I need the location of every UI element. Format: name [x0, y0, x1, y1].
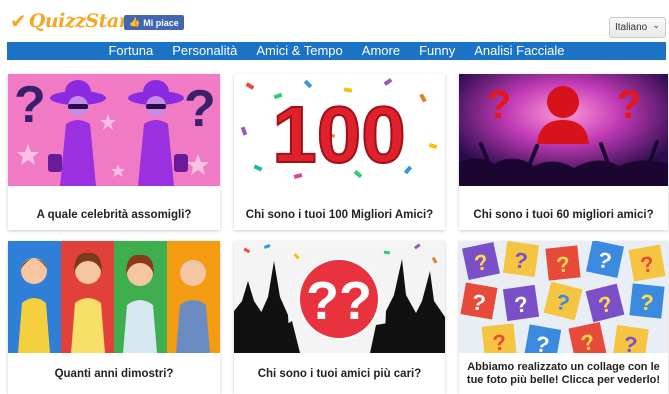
- question-mark-tile: ?: [491, 329, 507, 353]
- quiz-image-age: [8, 241, 220, 353]
- quiz-title[interactable]: Quanti anni dimostri?: [8, 353, 220, 394]
- thumbs-up-icon: 👍: [129, 17, 141, 28]
- quiz-image-60-friends: ? ?: [459, 74, 668, 186]
- quiz-image-100-friends: 100: [234, 74, 445, 186]
- quiz-title[interactable]: A quale celebrità assomigli?: [8, 186, 220, 230]
- quiz-image-celebrity: ? ?: [8, 74, 220, 186]
- svg-text:?: ?: [617, 83, 641, 127]
- quiz-title[interactable]: Chi sono i tuoi amici più cari?: [234, 353, 445, 394]
- nav-item-personalita[interactable]: Personalità: [172, 42, 237, 60]
- chevron-down-icon: ⌄: [652, 21, 660, 31]
- quiz-title[interactable]: Chi sono i tuoi 60 migliori amici?: [459, 186, 668, 230]
- quiz-image-dearest-friends: ??: [234, 241, 445, 353]
- svg-text:?: ?: [14, 76, 46, 134]
- svg-text:?: ?: [184, 80, 216, 138]
- nav-item-funny[interactable]: Funny: [419, 42, 455, 60]
- nav-item-amici-tempo[interactable]: Amici & Tempo: [256, 42, 342, 60]
- language-value: Italiano: [615, 22, 648, 33]
- nav-item-amore[interactable]: Amore: [362, 42, 400, 60]
- facebook-like-button[interactable]: 👍 Mi piace: [124, 15, 184, 30]
- checkmark-logo-icon: ✔: [10, 9, 27, 33]
- nav-item-analisi-facciale[interactable]: Analisi Facciale: [474, 42, 564, 60]
- svg-text:?: ?: [487, 83, 511, 127]
- quiz-card-60-friends[interactable]: ? ? Chi sono i tuoi 60 migliori amici?: [459, 74, 668, 230]
- question-mark-tile: ?: [555, 251, 571, 277]
- image-text-question-marks: ??: [306, 271, 372, 331]
- question-mark-tile: ?: [622, 331, 639, 353]
- quiz-card-collage[interactable]: ? ? ? ? ? ? ? ? ? ? ? ? ? ? Abbiamo real…: [459, 241, 668, 394]
- category-nav: Fortuna Personalità Amici & Tempo Amore …: [7, 42, 666, 60]
- nav-item-fortuna[interactable]: Fortuna: [108, 42, 153, 60]
- like-label: Mi piace: [143, 17, 179, 28]
- top-bar: ✔ QuizzStar 👍 Mi piace Italiano ⌄: [0, 0, 669, 42]
- quiz-card-age[interactable]: Quanti anni dimostri?: [8, 241, 220, 394]
- quiz-title[interactable]: Abbiamo realizzato un collage con le tue…: [459, 353, 668, 394]
- quiz-card-celebrity[interactable]: ? ? A quale celebrità assomigli?: [8, 74, 220, 230]
- image-text-100: 100: [272, 90, 405, 179]
- quiz-image-collage: ? ? ? ? ? ? ? ? ? ? ? ? ? ?: [459, 241, 668, 353]
- quiz-title[interactable]: Chi sono i tuoi 100 Migliori Amici?: [234, 186, 445, 230]
- question-mark-tile: ?: [639, 289, 655, 315]
- site-logo[interactable]: ✔ QuizzStar: [10, 9, 129, 33]
- quiz-card-100-friends[interactable]: 100 Chi sono i tuoi 100 Migliori Amici?: [234, 74, 445, 230]
- quiz-card-dearest-friends[interactable]: ?? Chi sono i tuoi amici più cari?: [234, 241, 445, 394]
- logo-text: QuizzStar: [28, 10, 129, 32]
- language-select[interactable]: Italiano ⌄: [609, 17, 666, 38]
